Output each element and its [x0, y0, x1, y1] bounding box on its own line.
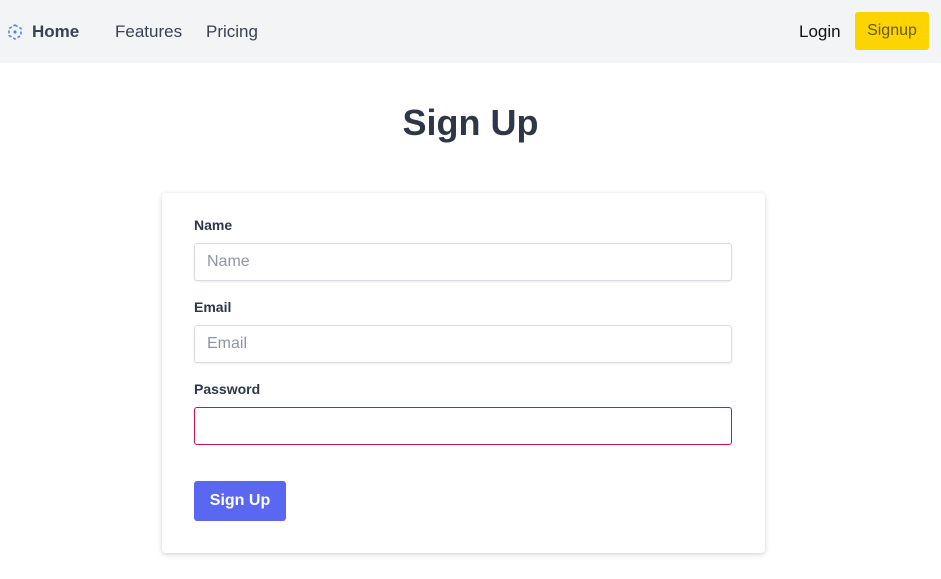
- signup-form-card: Name Email Password Sign Up: [162, 193, 765, 553]
- login-link[interactable]: Login: [799, 0, 841, 63]
- page-title: Sign Up: [402, 102, 539, 143]
- sign-up-submit-button[interactable]: Sign Up: [194, 481, 286, 521]
- name-label: Name: [194, 217, 233, 233]
- cube-logo-icon: [8, 23, 22, 40]
- navbar: Home Features Pricing Login Signup: [0, 0, 941, 63]
- home-link[interactable]: Home: [6, 0, 79, 63]
- home-label: Home: [32, 21, 80, 41]
- password-input[interactable]: [194, 407, 732, 445]
- email-label: Email: [194, 299, 232, 315]
- nav-link-features[interactable]: Features: [115, 0, 182, 63]
- signup-button[interactable]: Signup: [855, 12, 929, 50]
- nav-link-pricing[interactable]: Pricing: [206, 0, 258, 63]
- email-input[interactable]: [194, 325, 732, 363]
- name-input[interactable]: [194, 243, 732, 281]
- password-label: Password: [194, 381, 261, 397]
